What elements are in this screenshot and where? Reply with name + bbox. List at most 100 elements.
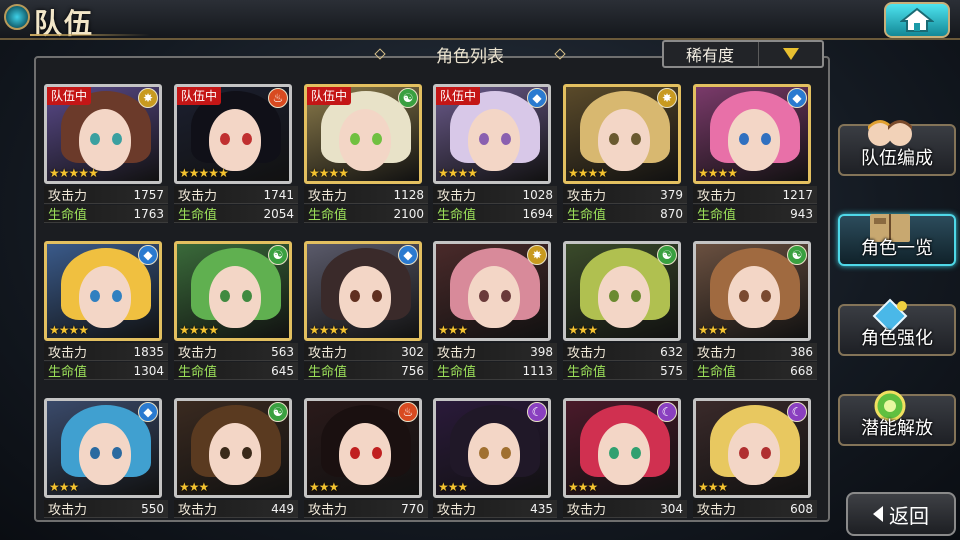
character-card[interactable]: ☾ ★★★ 攻击力 435 <box>433 398 557 540</box>
character-eye <box>609 447 619 459</box>
character-portrait[interactable]: ◆ ★★★★ <box>304 241 422 341</box>
character-card[interactable]: 队伍中 ◆ ★★★★ 攻击力 1028 生命值 1694 <box>433 84 557 234</box>
character-card[interactable]: ✸ ★★★★ 攻击力 379 生命值 870 <box>563 84 687 234</box>
side-menu-button[interactable]: 潜能解放 <box>838 390 956 446</box>
character-portrait[interactable]: ◆ ★★★★ <box>44 241 162 341</box>
character-eye <box>90 133 100 145</box>
character-portrait[interactable]: ✸ ★★★★ <box>563 84 681 184</box>
character-card[interactable]: ☾ ★★★ 攻击力 608 <box>693 398 817 540</box>
hp-value: 645 <box>271 363 294 378</box>
attack-label: 攻击力 <box>697 346 737 361</box>
character-portrait[interactable]: 队伍中 ♨ ★★★★★ <box>174 84 292 184</box>
hp-stat-row: 生命值 756 <box>304 362 428 380</box>
character-card[interactable]: ◆ ★★★ 攻击力 550 <box>44 398 168 540</box>
star-icon: ★ <box>577 323 589 337</box>
character-card[interactable]: ◆ ★★★★ 攻击力 302 生命值 756 <box>304 241 428 391</box>
character-portrait[interactable]: ◆ ★★★★ <box>693 84 811 184</box>
star-icon: ★ <box>467 166 478 180</box>
star-icon: ★ <box>179 323 190 337</box>
rarity-stars: ★★★ <box>309 480 340 494</box>
attack-label: 攻击力 <box>697 189 737 204</box>
hp-stat-row: 生命值 2100 <box>304 205 428 223</box>
back-button-label: 返回 <box>889 503 929 528</box>
character-eye <box>739 447 749 459</box>
attack-stat-row: 攻击力 632 <box>563 343 687 361</box>
character-portrait[interactable]: ☯ ★★★ <box>693 241 811 341</box>
side-menu-label: 潜能解放 <box>861 418 933 439</box>
attack-stat-row: 攻击力 398 <box>433 343 557 361</box>
character-portrait[interactable]: ☯ ★★★ <box>174 398 292 498</box>
character-eye <box>350 447 360 459</box>
hp-label: 生命值 <box>437 365 477 380</box>
rarity-stars: ★★★ <box>568 323 598 337</box>
rarity-stars: ★★★★ <box>438 166 478 180</box>
character-face <box>79 423 131 485</box>
character-card[interactable]: ☯ ★★★ 攻击力 632 生命值 575 <box>563 241 687 391</box>
character-card[interactable]: ☾ ★★★ 攻击力 304 <box>563 398 687 540</box>
character-card[interactable]: ◆ ★★★★ 攻击力 1835 生命值 1304 <box>44 241 168 391</box>
character-eye <box>761 133 771 145</box>
attack-value: 563 <box>271 344 294 359</box>
star-icon: ★ <box>438 166 449 180</box>
in-team-badge: 队伍中 <box>436 87 481 105</box>
star-icon: ★ <box>88 166 99 180</box>
character-face <box>468 266 520 328</box>
side-menu-button[interactable]: 角色强化 <box>838 298 956 356</box>
sort-dropdown-toggle[interactable] <box>758 42 822 66</box>
character-card[interactable]: ◆ ★★★★ 攻击力 1217 生命值 943 <box>693 84 817 234</box>
character-portrait[interactable]: ☯ ★★★★ <box>174 241 292 341</box>
star-icon: ★ <box>328 166 340 180</box>
character-card[interactable]: ☯ ★★★ 攻击力 449 <box>174 398 298 540</box>
attack-stat-row: 攻击力 563 <box>174 343 298 361</box>
character-portrait[interactable]: 队伍中 ☯ ★★★★ <box>304 84 422 184</box>
star-icon: ★ <box>198 480 210 494</box>
character-face <box>339 266 391 328</box>
in-team-badge: 队伍中 <box>307 87 352 105</box>
diamond-ornament-left-icon <box>374 48 386 60</box>
rarity-stars: ★★★ <box>438 323 468 337</box>
character-portrait[interactable]: ◆ ★★★ <box>44 398 162 498</box>
star-icon: ★ <box>78 323 89 337</box>
attack-value: 1757 <box>133 187 164 202</box>
character-eye <box>609 290 619 302</box>
star-icon: ★ <box>328 323 340 337</box>
hp-value: 1113 <box>522 363 553 378</box>
character-portrait[interactable]: ☾ ★★★ <box>563 398 681 498</box>
character-card[interactable]: ☯ ★★★★ 攻击力 563 生命值 645 <box>174 241 298 391</box>
star-icon: ★ <box>78 166 89 180</box>
panel-title: 角色列表 <box>436 46 504 67</box>
star-icon: ★ <box>328 480 340 494</box>
character-portrait[interactable]: 队伍中 ✸ ★★★★★ <box>44 84 162 184</box>
star-icon: ★ <box>188 480 200 494</box>
character-card[interactable]: 队伍中 ♨ ★★★★★ 攻击力 1741 生命值 2054 <box>174 84 298 234</box>
side-menu-button[interactable]: 队伍编成 <box>838 120 956 176</box>
character-portrait[interactable]: ✸ ★★★ <box>433 241 551 341</box>
star-icon: ★ <box>58 323 70 337</box>
attack-value: 1028 <box>522 187 553 202</box>
attack-stat-row: 攻击力 1217 <box>693 186 817 204</box>
character-portrait[interactable]: ☾ ★★★ <box>433 398 551 498</box>
hp-stat-row: 生命值 645 <box>174 362 298 380</box>
character-eye <box>761 290 771 302</box>
character-card[interactable]: ✸ ★★★ 攻击力 398 生命值 1113 <box>433 241 557 391</box>
sort-dropdown[interactable]: 稀有度 <box>662 40 824 68</box>
hp-stat-row: 生命值 668 <box>693 362 817 380</box>
side-menu-button[interactable]: 角色一览 <box>838 214 956 266</box>
character-portrait[interactable]: ☯ ★★★ <box>563 241 681 341</box>
hp-value: 1304 <box>133 363 164 378</box>
attack-stat-row: 攻击力 1835 <box>44 343 168 361</box>
title-divider <box>30 34 150 36</box>
character-portrait[interactable]: 队伍中 ◆ ★★★★ <box>433 84 551 184</box>
rarity-stars: ★★★★ <box>309 323 349 337</box>
character-portrait[interactable]: ☾ ★★★ <box>693 398 811 498</box>
character-card[interactable]: ☯ ★★★ 攻击力 386 生命值 668 <box>693 241 817 391</box>
character-portrait[interactable]: ♨ ★★★ <box>304 398 422 498</box>
character-card[interactable]: 队伍中 ✸ ★★★★★ 攻击力 1757 生命值 1763 <box>44 84 168 234</box>
character-card[interactable]: 队伍中 ☯ ★★★★ 攻击力 1128 生命值 2100 <box>304 84 428 234</box>
side-menu-label: 角色强化 <box>861 328 933 349</box>
character-card[interactable]: ♨ ★★★ 攻击力 770 <box>304 398 428 540</box>
character-eye <box>501 447 511 459</box>
home-button[interactable] <box>884 2 950 38</box>
back-button[interactable]: 返回 <box>846 492 956 536</box>
wind-element-icon: ☯ <box>398 88 418 108</box>
